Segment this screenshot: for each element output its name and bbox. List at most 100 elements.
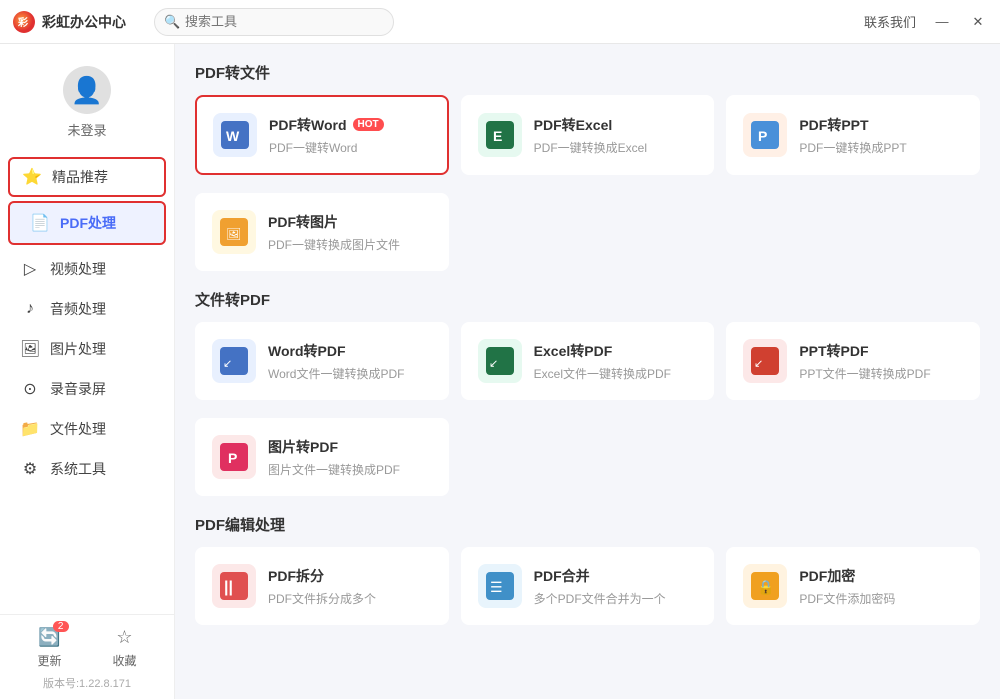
contact-link[interactable]: 联系我们: [864, 12, 916, 31]
img-pdf-text: 图片转PDF 图片文件一键转换成PDF: [268, 437, 432, 478]
sidebar: 👤 未登录 ⭐ 精品推荐 📄 PDF处理 ▷ 视频处理 ♪ 音频处理: [0, 44, 175, 699]
sidebar-item-system[interactable]: ⚙ 系统工具: [0, 449, 174, 489]
pdf-split-text: PDF拆分 PDF文件拆分成多个: [268, 566, 432, 607]
tool-pdf-split[interactable]: || PDF拆分 PDF文件拆分成多个: [195, 547, 449, 625]
tool-pdf-merge[interactable]: ☰ PDF合并 多个PDF文件合并为一个: [461, 547, 715, 625]
section-file-to-pdf-title: 文件转PDF: [195, 289, 980, 310]
excel-pdf-title: Excel转PDF: [534, 341, 698, 361]
svg-text:↙: ↙: [223, 358, 232, 370]
excel-pdf-icon: ↙: [486, 347, 514, 375]
svg-text:P: P: [758, 128, 767, 144]
img-pdf-icon-box: P: [212, 435, 256, 479]
pdf-excel-icon-box: E: [478, 113, 522, 157]
tool-ppt-pdf[interactable]: ↙ PPT转PDF PPT文件一键转换成PDF: [726, 322, 980, 400]
sidebar-nav: ⭐ 精品推荐 📄 PDF处理 ▷ 视频处理 ♪ 音频处理 🖼 图片处理 ⊙: [0, 155, 174, 614]
svg-text:P: P: [228, 450, 237, 466]
word-icon: W: [221, 121, 249, 149]
main-layout: 👤 未登录 ⭐ 精品推荐 📄 PDF处理 ▷ 视频处理 ♪ 音频处理: [0, 44, 1000, 699]
ppt-pdf-icon: ↙: [751, 347, 779, 375]
search-bar[interactable]: 🔍: [154, 8, 394, 36]
ppt-pdf-text: PPT转PDF PPT文件一键转换成PDF: [799, 341, 963, 382]
sidebar-item-image[interactable]: 🖼 图片处理: [0, 329, 174, 369]
favorite-button[interactable]: ☆ 收藏: [112, 627, 136, 669]
sidebar-item-video[interactable]: ▷ 视频处理: [0, 249, 174, 289]
pdf-excel-title: PDF转Excel: [534, 115, 698, 135]
img-pdf-title: 图片转PDF: [268, 437, 432, 457]
pdf-merge-icon-box: ☰: [478, 564, 522, 608]
tool-pdf-word[interactable]: W PDF转Word HOT PDF一键转Word: [195, 95, 449, 175]
tool-pdf-encrypt[interactable]: 🔒 PDF加密 PDF文件添加密码: [726, 547, 980, 625]
version-label: 版本号:1.22.8.171: [12, 675, 162, 691]
img-pdf-desc: 图片文件一键转换成PDF: [268, 461, 432, 478]
excel-icon: E: [486, 121, 514, 149]
word-pdf-icon-box: ↙: [212, 339, 256, 383]
svg-text:W: W: [226, 128, 240, 144]
pdf-split-icon-box: ||: [212, 564, 256, 608]
pdf-word-title: PDF转Word HOT: [269, 115, 431, 135]
update-button[interactable]: 🔄 2 更新: [37, 627, 61, 669]
excel-pdf-desc: Excel文件一键转换成PDF: [534, 365, 698, 382]
tool-pdf-img[interactable]: 🖼 PDF转图片 PDF一键转换成图片文件: [195, 193, 449, 271]
pdf-encrypt-icon: 🔒: [751, 572, 779, 600]
record-icon: ⊙: [20, 379, 40, 399]
sidebar-item-audio-label: 音频处理: [50, 299, 106, 319]
sidebar-item-audio[interactable]: ♪ 音频处理: [0, 289, 174, 329]
favorite-label: 收藏: [112, 652, 136, 669]
sidebar-item-file[interactable]: 📁 文件处理: [0, 409, 174, 449]
pdf-img-icon-box: 🖼: [212, 210, 256, 254]
pdf-excel-text: PDF转Excel PDF一键转换成Excel: [534, 115, 698, 156]
pdf-encrypt-title: PDF加密: [799, 566, 963, 586]
logo-icon: 彩: [12, 10, 36, 34]
pdf-img-desc: PDF一键转换成图片文件: [268, 236, 432, 253]
ppt-pdf-icon-box: ↙: [743, 339, 787, 383]
content-area: PDF转文件 W PDF转Word HOT PDF一键转Word: [175, 44, 1000, 699]
pdf-split-title: PDF拆分: [268, 566, 432, 586]
title-bar: 彩 彩虹办公中心 🔍 联系我们 — ✕: [0, 0, 1000, 44]
sidebar-item-pdf-label: PDF处理: [60, 213, 116, 233]
file-to-pdf-grid: ↙ Word转PDF Word文件一键转换成PDF ↙ Excel转PDF: [195, 322, 980, 400]
pdf-icon: 📄: [30, 213, 50, 233]
video-icon: ▷: [20, 259, 40, 279]
minimize-button[interactable]: —: [932, 14, 952, 29]
tool-word-pdf[interactable]: ↙ Word转PDF Word文件一键转换成PDF: [195, 322, 449, 400]
close-button[interactable]: ✕: [968, 14, 988, 30]
app-title: 彩虹办公中心: [42, 12, 126, 32]
pdf-word-icon-box: W: [213, 113, 257, 157]
sidebar-item-pdf[interactable]: 📄 PDF处理: [8, 201, 166, 245]
app-logo: 彩 彩虹办公中心: [12, 10, 126, 34]
word-pdf-title: Word转PDF: [268, 341, 432, 361]
img-pdf-icon: P: [220, 443, 248, 471]
pdf-encrypt-icon-box: 🔒: [743, 564, 787, 608]
pdf-word-desc: PDF一键转Word: [269, 139, 431, 156]
sidebar-item-featured[interactable]: ⭐ 精品推荐: [8, 157, 166, 197]
svg-text:🖼: 🖼: [226, 227, 241, 241]
word-pdf-text: Word转PDF Word文件一键转换成PDF: [268, 341, 432, 382]
bottom-actions: 🔄 2 更新 ☆ 收藏: [12, 627, 162, 669]
tool-img-pdf[interactable]: P 图片转PDF 图片文件一键转换成PDF: [195, 418, 449, 496]
pdf-merge-text: PDF合并 多个PDF文件合并为一个: [534, 566, 698, 607]
pdf-merge-icon: ☰: [486, 572, 514, 600]
search-input[interactable]: [154, 8, 394, 36]
tool-pdf-excel[interactable]: E PDF转Excel PDF一键转换成Excel: [461, 95, 715, 175]
pdf-img-text: PDF转图片 PDF一键转换成图片文件: [268, 212, 432, 253]
pdf-word-text: PDF转Word HOT PDF一键转Word: [269, 115, 431, 156]
file-icon: 📁: [20, 419, 40, 439]
svg-text:🔒: 🔒: [757, 579, 774, 596]
excel-pdf-icon-box: ↙: [478, 339, 522, 383]
pdf-ppt-icon-box: P: [743, 113, 787, 157]
pdf-encrypt-text: PDF加密 PDF文件添加密码: [799, 566, 963, 607]
sidebar-item-record[interactable]: ⊙ 录音录屏: [0, 369, 174, 409]
img-to-pdf-row: P 图片转PDF 图片文件一键转换成PDF: [195, 418, 980, 496]
pdf-ppt-desc: PDF一键转换成PPT: [799, 139, 963, 156]
pdf-merge-desc: 多个PDF文件合并为一个: [534, 590, 698, 607]
audio-icon: ♪: [20, 300, 40, 318]
pdf-ppt-title: PDF转PPT: [799, 115, 963, 135]
tool-excel-pdf[interactable]: ↙ Excel转PDF Excel文件一键转换成PDF: [461, 322, 715, 400]
pdf-img-title: PDF转图片: [268, 212, 432, 232]
pdf-split-icon: ||: [220, 572, 248, 600]
tool-pdf-ppt[interactable]: P PDF转PPT PDF一键转换成PPT: [726, 95, 980, 175]
svg-text:||: ||: [224, 579, 233, 596]
pdf-to-file-grid: W PDF转Word HOT PDF一键转Word E: [195, 95, 980, 175]
svg-text:↙: ↙: [754, 358, 763, 370]
sidebar-item-featured-label: 精品推荐: [52, 167, 108, 187]
